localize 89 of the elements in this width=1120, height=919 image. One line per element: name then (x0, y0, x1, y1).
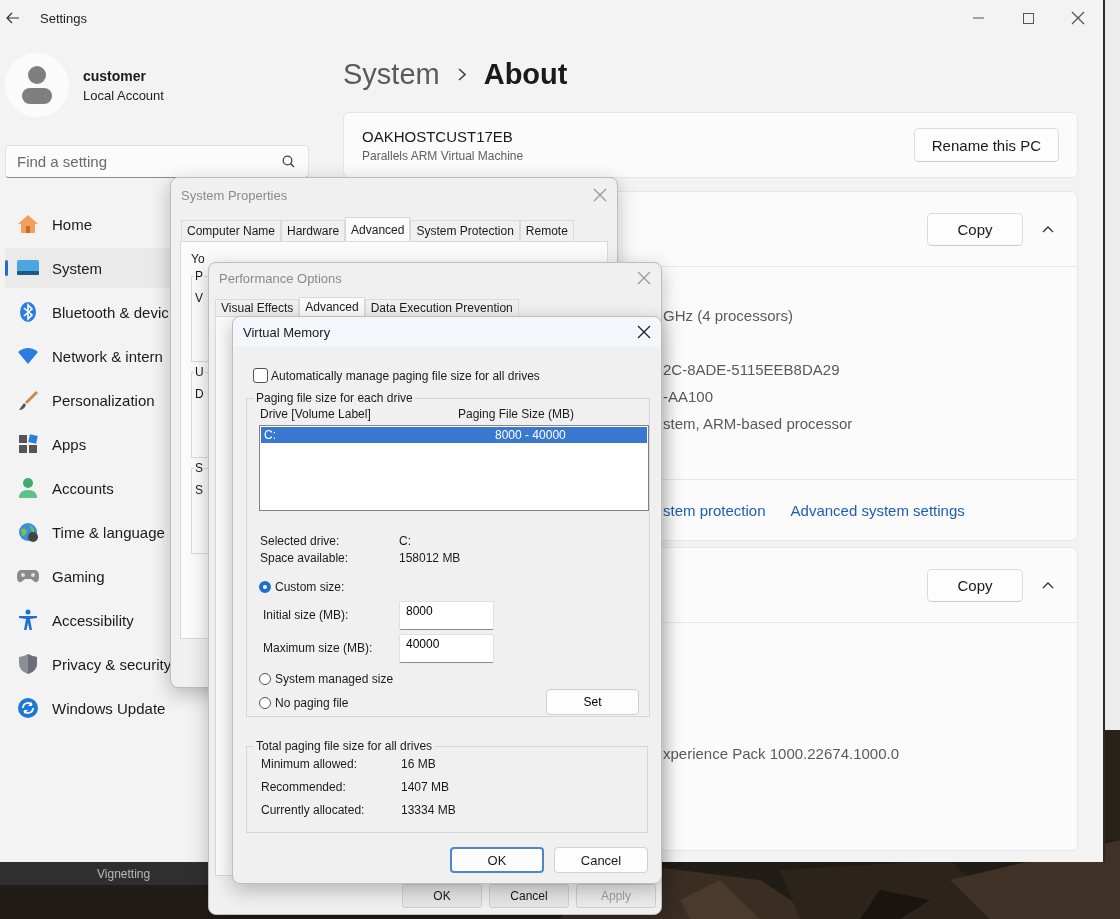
dialog-button[interactable]: OK (402, 884, 482, 908)
page-title: About (483, 57, 568, 91)
info-label: Currently allocated: (260, 803, 366, 817)
person-icon (17, 477, 39, 499)
input-field[interactable]: 8000 (399, 600, 494, 630)
info-value: 158012 MB (399, 551, 461, 565)
shield-icon (18, 653, 38, 675)
copy-button[interactable]: Copy (927, 568, 1023, 602)
drive-row[interactable]: C: 8000 - 40000 (261, 427, 647, 443)
radio-label: No paging file (275, 696, 349, 710)
info-value: 1407 MB (401, 780, 450, 794)
chevron-up-icon[interactable] (1042, 225, 1054, 233)
info-value: 13334 MB (401, 803, 456, 817)
person-icon (21, 65, 53, 105)
user-name: customer (83, 67, 148, 84)
spec-value: stem, ARM-based processor (663, 414, 854, 434)
spec-value: GHz (4 processors) (663, 306, 795, 326)
radio-label: System managed size (275, 672, 394, 686)
tab[interactable]: Data Execution Prevention (364, 299, 519, 316)
tab[interactable]: Advanced (345, 217, 411, 241)
globe-icon (17, 521, 39, 543)
copy-button[interactable]: Copy (927, 212, 1023, 246)
column-header: Drive [Volume Label] (259, 407, 372, 421)
column-header: Paging File Size (MB) (458, 407, 575, 421)
accessibility-icon (17, 609, 39, 631)
close-icon[interactable] (637, 325, 651, 339)
group-title: U (194, 365, 205, 379)
chevron-right-icon (457, 67, 466, 81)
wifi-icon (17, 346, 39, 366)
group-title: Total paging file size for all drives (255, 739, 434, 753)
info-label: Recommended: (260, 780, 347, 794)
bluetooth-icon (17, 301, 39, 323)
field-label: Maximum size (MB): (262, 641, 374, 655)
tab[interactable]: Visual Effects (215, 299, 300, 316)
dialog-button[interactable]: Cancel (554, 847, 648, 873)
dialog-title: Virtual Memory (243, 324, 332, 340)
brush-icon (17, 389, 39, 411)
panel-label: Vignetting (97, 866, 151, 881)
gamepad-icon (16, 567, 40, 585)
device-model: Parallels ARM Virtual Machine (362, 148, 525, 163)
group-title: P (194, 269, 204, 283)
tab[interactable]: Remote (519, 220, 574, 241)
group-title: S (194, 461, 204, 475)
maximize-icon[interactable] (1022, 12, 1034, 24)
checkbox-label: Automatically manage paging file size for all drives (271, 368, 540, 383)
search-field[interactable]: Find a setting (5, 145, 309, 178)
spec-value: 2C-8ADE-5115EEB8DA29 (663, 360, 841, 380)
tab[interactable]: Computer Name (181, 220, 282, 241)
field-label: Initial size (MB): (262, 608, 350, 622)
radio-button[interactable] (259, 581, 271, 593)
info-value: C: (399, 534, 411, 548)
sync-icon (17, 697, 39, 719)
dialog-title: System Properties (181, 187, 289, 203)
radio-label: Custom size: (275, 580, 345, 594)
info-label: Selected drive: (259, 534, 341, 548)
close-icon[interactable] (1071, 11, 1085, 25)
info-label: Space available: (259, 551, 350, 565)
group-title: Paging file size for each drive (255, 391, 414, 405)
rename-button[interactable]: Rename this PC (913, 128, 1059, 162)
input-field[interactable]: 40000 (399, 633, 494, 663)
home-icon (17, 213, 39, 235)
tab[interactable]: System Protection (410, 220, 520, 241)
info-label: Minimum allowed: (260, 757, 359, 771)
tab[interactable]: Hardware (281, 220, 346, 241)
tab[interactable]: Advanced (299, 297, 365, 316)
checkbox[interactable] (253, 368, 268, 383)
account-type: Local Account (83, 87, 164, 103)
chevron-up-icon[interactable] (1042, 581, 1054, 589)
spec-value: xperience Pack 1000.22674.1000.0 (663, 744, 900, 764)
group-text: V (195, 291, 203, 305)
group-text: S (195, 483, 203, 497)
window-title: Settings (40, 10, 87, 26)
set-button[interactable]: Set (546, 689, 639, 715)
breadcrumb-parent[interactable]: System (343, 57, 440, 91)
dialog-button[interactable]: Cancel (489, 884, 569, 908)
dialog-button[interactable]: OK (450, 847, 544, 873)
monitor-icon (16, 259, 40, 277)
apps-icon (17, 433, 39, 455)
radio-button[interactable] (259, 697, 271, 709)
back-arrow-icon[interactable] (6, 12, 20, 24)
settings-link[interactable]: Advanced system settings (790, 501, 965, 519)
info-value: 16 MB (401, 757, 436, 771)
radio-button[interactable] (259, 673, 271, 685)
group-text: D (195, 387, 204, 401)
search-icon[interactable] (282, 155, 295, 168)
intro-text: Yo (191, 252, 205, 266)
spec-value: -AA100 (663, 387, 715, 407)
settings-link[interactable]: stem protection (663, 501, 766, 519)
device-name: OAKHOSTCUST17EB (362, 127, 514, 145)
